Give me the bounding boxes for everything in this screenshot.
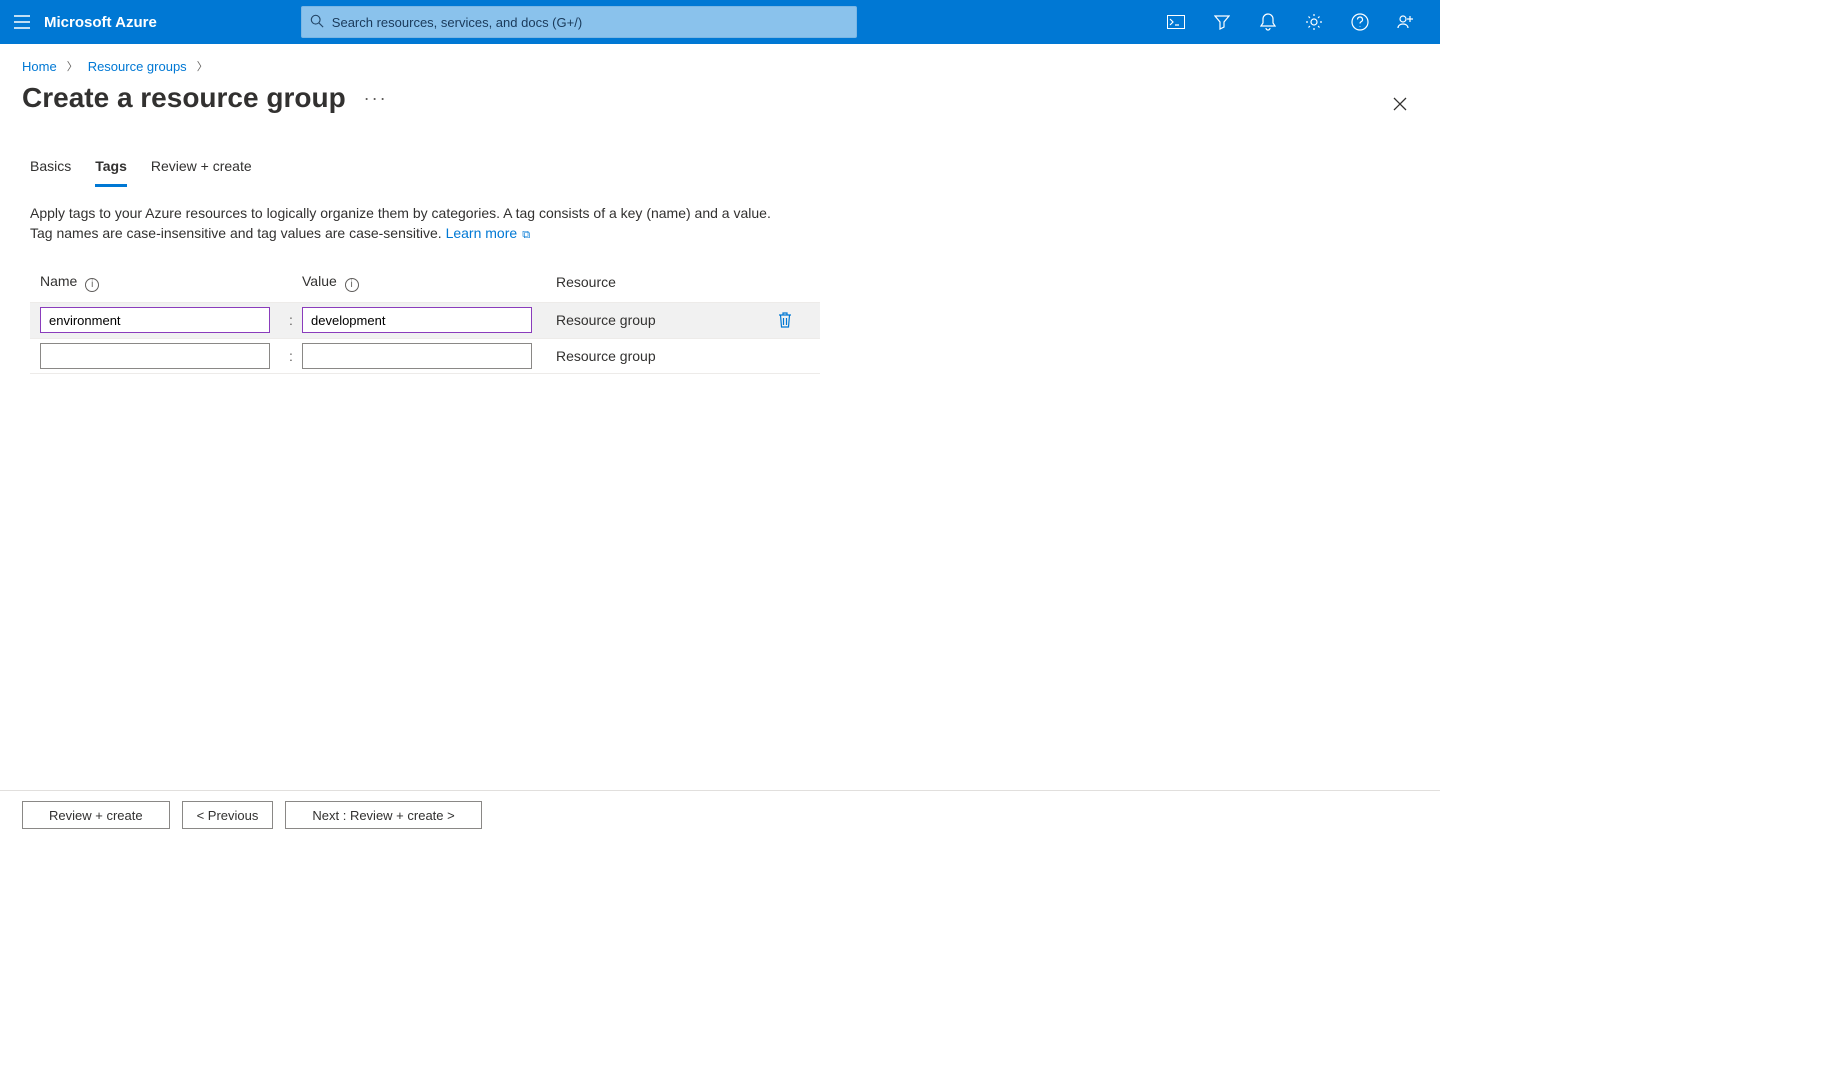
search-placeholder: Search resources, services, and docs (G+… bbox=[332, 15, 582, 30]
info-icon[interactable]: i bbox=[345, 278, 359, 292]
description-line2-text: Tag names are case-insensitive and tag v… bbox=[30, 225, 446, 241]
tag-resource-label: Resource group bbox=[542, 312, 760, 328]
tag-row: : Resource group bbox=[30, 302, 820, 338]
chevron-right-icon: 〉 bbox=[197, 58, 208, 74]
tab-review-create[interactable]: Review + create bbox=[151, 158, 252, 187]
description-line1: Apply tags to your Azure resources to lo… bbox=[30, 203, 790, 223]
breadcrumb-resource-groups[interactable]: Resource groups bbox=[88, 59, 187, 74]
tag-table: Name i Value i Resource : Resource group… bbox=[30, 273, 820, 374]
search-icon bbox=[310, 14, 324, 31]
next-button[interactable]: Next : Review + create > bbox=[285, 801, 481, 829]
top-header: Microsoft Azure Search resources, servic… bbox=[0, 0, 1440, 44]
footer-bar: Review + create < Previous Next : Review… bbox=[0, 790, 1440, 839]
cloud-shell-icon[interactable] bbox=[1154, 0, 1198, 44]
breadcrumb-home[interactable]: Home bbox=[22, 59, 57, 74]
help-icon[interactable] bbox=[1338, 0, 1382, 44]
review-create-button[interactable]: Review + create bbox=[22, 801, 170, 829]
close-icon[interactable] bbox=[1388, 92, 1412, 116]
search-wrap: Search resources, services, and docs (G+… bbox=[301, 6, 857, 38]
more-actions-icon[interactable]: ··· bbox=[364, 88, 388, 109]
header-icons bbox=[1154, 0, 1440, 44]
settings-gear-icon[interactable] bbox=[1292, 0, 1336, 44]
breadcrumb: Home 〉 Resource groups 〉 bbox=[0, 44, 1440, 78]
tag-resource-label: Resource group bbox=[542, 348, 760, 364]
tabs: Basics Tags Review + create bbox=[0, 114, 1440, 187]
brand-label[interactable]: Microsoft Azure bbox=[44, 14, 171, 31]
header-name: Name i bbox=[40, 273, 280, 292]
tab-basics[interactable]: Basics bbox=[30, 158, 71, 187]
external-link-icon: ⧉ bbox=[519, 229, 530, 241]
tag-table-header: Name i Value i Resource bbox=[30, 273, 820, 302]
search-input[interactable]: Search resources, services, and docs (G+… bbox=[301, 6, 857, 38]
title-row: Create a resource group ··· bbox=[0, 78, 1440, 114]
colon-separator: : bbox=[280, 348, 302, 364]
chevron-right-icon: 〉 bbox=[67, 58, 78, 74]
description: Apply tags to your Azure resources to lo… bbox=[0, 187, 820, 245]
info-icon[interactable]: i bbox=[85, 278, 99, 292]
page-title: Create a resource group bbox=[22, 82, 346, 114]
delete-tag-icon[interactable] bbox=[760, 312, 810, 328]
tag-value-input[interactable] bbox=[302, 307, 532, 333]
tag-name-input[interactable] bbox=[40, 343, 270, 369]
tag-name-input[interactable] bbox=[40, 307, 270, 333]
directory-filter-icon[interactable] bbox=[1200, 0, 1244, 44]
colon-separator: : bbox=[280, 312, 302, 328]
tag-row: : Resource group bbox=[30, 338, 820, 374]
feedback-icon[interactable] bbox=[1384, 0, 1428, 44]
hamburger-menu-icon[interactable] bbox=[0, 0, 44, 44]
learn-more-link[interactable]: Learn more ⧉ bbox=[446, 225, 531, 241]
tab-tags[interactable]: Tags bbox=[95, 158, 127, 187]
tag-value-input[interactable] bbox=[302, 343, 532, 369]
notifications-icon[interactable] bbox=[1246, 0, 1290, 44]
header-resource: Resource bbox=[542, 274, 760, 290]
previous-button[interactable]: < Previous bbox=[182, 801, 274, 829]
description-line2: Tag names are case-insensitive and tag v… bbox=[30, 223, 790, 245]
header-value: Value i bbox=[302, 273, 542, 292]
